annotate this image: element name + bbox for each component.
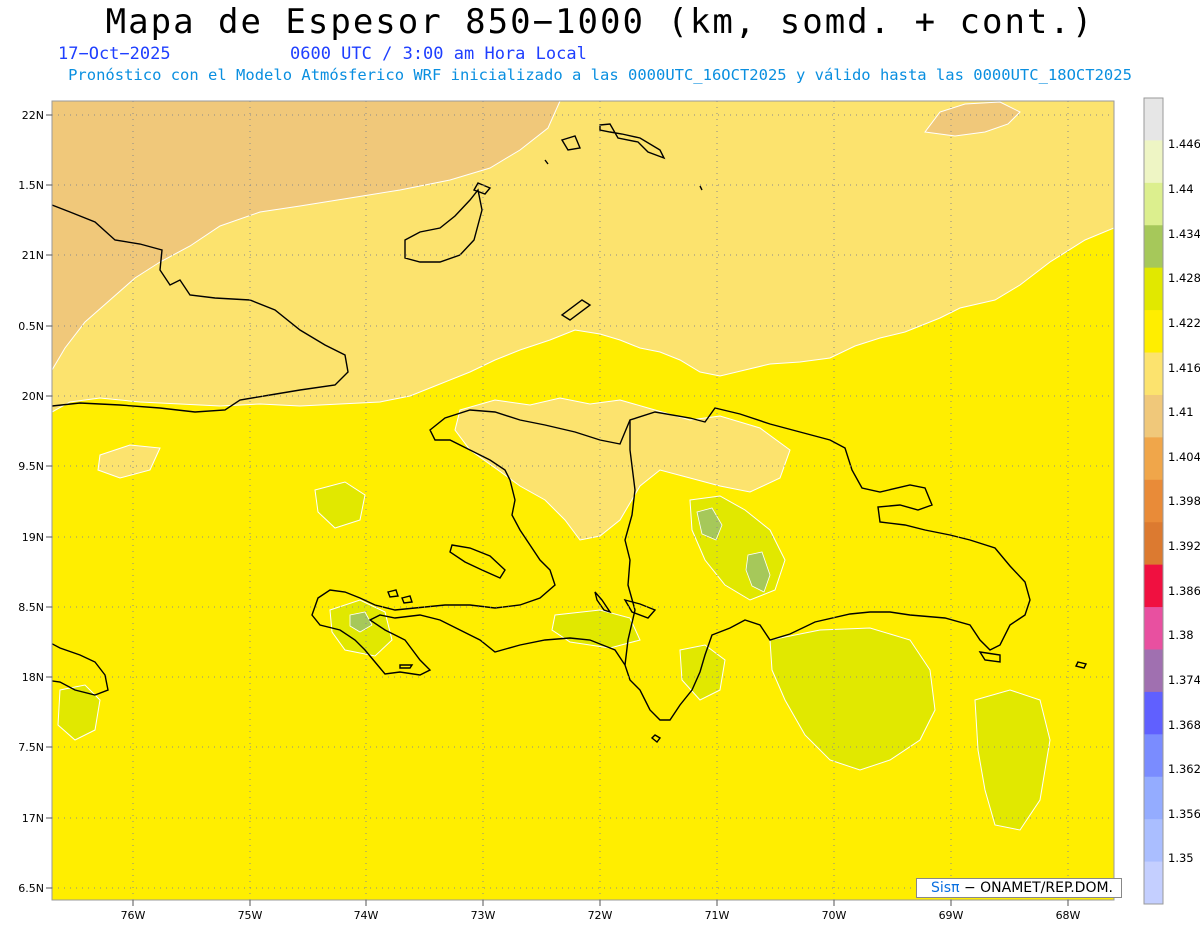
- colorbar-label: 1.356: [1168, 807, 1200, 821]
- colorbar-label: 1.434: [1168, 227, 1200, 241]
- colorbar-label: 1.362: [1168, 762, 1200, 776]
- colorbar-label: 1.386: [1168, 584, 1200, 598]
- colorbar-label: 1.374: [1168, 673, 1200, 687]
- lat-labels: 22N 1.5N 21N 0.5N 20N 9.5N 19N 8.5N 18N …: [18, 109, 44, 895]
- lon-label: 69W: [939, 909, 964, 922]
- lat-label: 18N: [22, 671, 44, 684]
- lon-labels: 76W 75W 74W 73W 72W 71W 70W 69W 68W: [121, 909, 1081, 922]
- colorbar-labels: 1.446 1.44 1.434 1.428 1.422 1.416 1.41 …: [1168, 137, 1200, 865]
- lat-label: 19N: [22, 531, 44, 544]
- colorbar-cell: [1144, 225, 1163, 269]
- lat-label: 7.5N: [18, 741, 44, 754]
- lon-label: 72W: [588, 909, 613, 922]
- lat-label: 20N: [22, 390, 44, 403]
- colorbar-label: 1.446: [1168, 137, 1200, 151]
- colorbar-cell: [1144, 267, 1163, 311]
- cuba-cape: [52, 208, 53, 209]
- credit-text: − ONAMET/REP.DOM.: [963, 880, 1114, 896]
- colorbar-cell: [1144, 437, 1163, 481]
- colorbar-cell: [1144, 310, 1163, 354]
- colorbar-cell: [1144, 691, 1163, 735]
- colorbar-label: 1.422: [1168, 316, 1200, 330]
- lat-label: 21N: [22, 249, 44, 262]
- colorbar-cell: [1144, 394, 1163, 438]
- lat-label: 17N: [22, 812, 44, 825]
- colorbar-cell: [1144, 352, 1163, 396]
- colorbar-cell: [1144, 182, 1163, 226]
- colorbar-label: 1.38: [1168, 628, 1194, 642]
- colorbar-label: 1.404: [1168, 450, 1200, 464]
- colorbar-cell: [1144, 776, 1163, 820]
- thickness-map: 22N 1.5N 21N 0.5N 20N 9.5N 19N 8.5N 18N …: [18, 97, 1200, 922]
- lon-label: 74W: [354, 909, 379, 922]
- colorbar-cell: [1144, 98, 1163, 141]
- colorbar-cell: [1144, 734, 1163, 778]
- colorbar-label: 1.392: [1168, 539, 1200, 553]
- colorbar-cell: [1144, 140, 1163, 184]
- lon-label: 73W: [471, 909, 496, 922]
- colorbar-label: 1.416: [1168, 361, 1200, 375]
- lat-label: 22N: [22, 109, 44, 122]
- lat-label: 0.5N: [18, 320, 44, 333]
- lon-label: 68W: [1056, 909, 1081, 922]
- lon-label: 70W: [822, 909, 847, 922]
- lat-label: 6.5N: [18, 882, 44, 895]
- colorbar-cell: [1144, 649, 1163, 693]
- colorbar-label: 1.368: [1168, 718, 1200, 732]
- lon-label: 71W: [705, 909, 730, 922]
- colorbar-cell: [1144, 479, 1163, 523]
- colorbar-label: 1.428: [1168, 271, 1200, 285]
- credit-box: Sisπ − ONAMET/REP.DOM.: [916, 878, 1122, 898]
- lat-label: 1.5N: [18, 179, 44, 192]
- lon-label: 75W: [238, 909, 263, 922]
- colorbar-cell: [1144, 522, 1163, 566]
- thickness-field: [52, 101, 1114, 900]
- colorbar-cell: [1144, 607, 1163, 650]
- colorbar-label: 1.398: [1168, 494, 1200, 508]
- colorbar-cell: [1144, 819, 1163, 863]
- credit-brand: Sisπ: [931, 880, 960, 896]
- colorbar-label: 1.44: [1168, 182, 1194, 196]
- colorbar-label: 1.35: [1168, 851, 1194, 865]
- lat-label: 8.5N: [18, 601, 44, 614]
- colorbar: 1.446 1.44 1.434 1.428 1.422 1.416 1.41 …: [1143, 97, 1200, 905]
- colorbar-label: 1.41: [1168, 405, 1194, 419]
- colorbar-cell: [1144, 861, 1163, 905]
- colorbar-cells: [1144, 98, 1163, 905]
- lon-label: 76W: [121, 909, 146, 922]
- lat-label: 9.5N: [18, 460, 44, 473]
- colorbar-cell: [1144, 564, 1163, 608]
